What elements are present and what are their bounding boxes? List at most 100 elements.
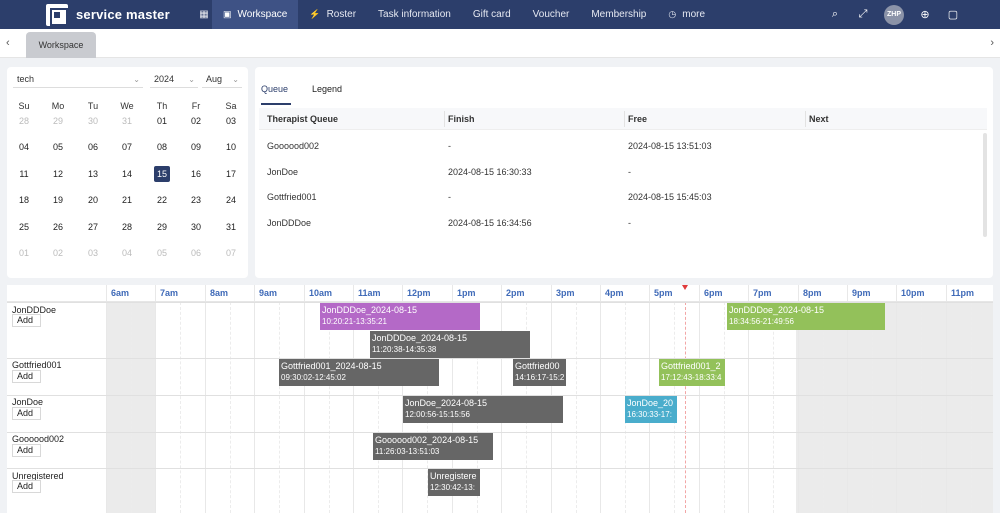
scrollbar[interactable] (983, 133, 987, 237)
booking-block[interactable]: Gottfried001_2024-08-15 09:30:02-12:45:02 (279, 359, 439, 386)
calendar-day[interactable]: 21 (110, 192, 144, 208)
table-cell: - (628, 167, 631, 177)
calendar-day[interactable]: 13 (76, 166, 110, 182)
calendar-day[interactable]: 14 (110, 166, 144, 182)
calendar-day-number: 22 (156, 195, 167, 205)
calendar-day[interactable]: 29 (41, 113, 75, 129)
booking-block[interactable]: JonDoe_20 16:30:33-17: (625, 396, 677, 423)
hour-gridline (205, 285, 206, 513)
add-booking-button[interactable]: Add (12, 370, 41, 383)
calendar-day[interactable]: 18 (7, 192, 41, 208)
tech-select-value: tech (17, 74, 35, 84)
calendar-day[interactable]: 05 (145, 245, 179, 261)
calendar-day[interactable]: 30 (76, 113, 110, 129)
booking-block[interactable]: Gottfried001_2 17:12:43-18:33:4 (659, 359, 725, 386)
calendar-day[interactable]: 07 (214, 245, 248, 261)
calendar-day[interactable]: 28 (110, 219, 144, 235)
calendar-day[interactable]: 20 (76, 192, 110, 208)
calendar-day[interactable]: 01 (7, 245, 41, 261)
calendar-day-number: 06 (190, 248, 201, 258)
calendar-day[interactable]: 04 (110, 245, 144, 261)
calendar-day[interactable]: 31 (110, 113, 144, 129)
calendar-day[interactable]: 04 (7, 139, 41, 155)
calendar-day[interactable]: 19 (41, 192, 75, 208)
year-select[interactable]: 2024 ⌄ (150, 72, 198, 88)
fullscreen-icon[interactable]: ⤢ (856, 8, 870, 21)
nav-task-information[interactable]: Task information (367, 0, 462, 29)
calendar-day-number: 25 (18, 222, 29, 232)
booking-time: 16:30:33-17: (627, 410, 672, 419)
booking-block[interactable]: Unregistere 12:30:42-13: (428, 469, 480, 496)
calendar-day[interactable]: 17 (214, 166, 248, 182)
chevron-left-icon[interactable]: ‹ (6, 37, 10, 49)
booking-title: JonDDDoe_2024-08-15 (322, 305, 418, 315)
calendar-day[interactable]: 08 (145, 139, 179, 155)
calendar-day[interactable]: 03 (76, 245, 110, 261)
tab-queue[interactable]: Queue (261, 84, 288, 94)
half-hour-gridline (921, 302, 922, 513)
add-booking-button[interactable]: Add (12, 407, 41, 420)
booking-block[interactable]: Goooood002_2024-08-15 11:26:03-13:51:03 (373, 433, 493, 460)
calendar-day[interactable]: 23 (179, 192, 213, 208)
nav-more[interactable]: ◷ more (657, 0, 716, 29)
current-time-marker-icon (682, 285, 688, 290)
calendar-day-number: 02 (190, 116, 201, 126)
calendar-day[interactable]: 06 (179, 245, 213, 261)
calendar-day[interactable]: 30 (179, 219, 213, 235)
calendar-day[interactable]: 31 (214, 219, 248, 235)
calendar-day[interactable]: 29 (145, 219, 179, 235)
booking-block[interactable]: JonDDDoe_2024-08-15 11:20:38-14:35:38 (370, 331, 530, 358)
calendar-day[interactable]: 11 (7, 166, 41, 182)
nav-membership[interactable]: Membership (580, 0, 657, 29)
search-icon[interactable]: ⌕ (828, 8, 842, 21)
tab-workspace[interactable]: Workspace (26, 32, 96, 58)
calendar-day[interactable]: 02 (41, 245, 75, 261)
calendar-day[interactable]: 03 (214, 113, 248, 129)
globe-icon[interactable]: ⊕ (918, 8, 932, 21)
booking-block[interactable]: JonDDDoe_2024-08-15 18:34:56-21:49:56 (727, 303, 885, 330)
calendar-day[interactable]: 26 (41, 219, 75, 235)
nav-voucher[interactable]: Voucher (522, 0, 581, 29)
booking-block[interactable]: JonDoe_2024-08-15 12:00:56-15:15:56 (403, 396, 563, 423)
col-finish: Finish (448, 114, 475, 124)
tech-select[interactable]: tech ⌄ (13, 72, 143, 88)
nav-workspace[interactable]: ▣ Workspace (212, 0, 299, 29)
hour-gridline (106, 285, 107, 513)
month-select[interactable]: Aug ⌄ (202, 72, 242, 88)
apps-grid-icon[interactable]: ▦ (196, 9, 212, 20)
booking-time: 14:16:17-15:2 (515, 373, 565, 382)
calendar-day[interactable]: 27 (76, 219, 110, 235)
calendar-day[interactable]: 02 (179, 113, 213, 129)
calendar-day[interactable]: 06 (76, 139, 110, 155)
add-booking-button[interactable]: Add (12, 444, 41, 457)
calendar-day[interactable]: 09 (179, 139, 213, 155)
calendar-day[interactable]: 24 (214, 192, 248, 208)
tab-underline (261, 103, 291, 105)
calendar-day[interactable]: 28 (7, 113, 41, 129)
nav-gift-card[interactable]: Gift card (462, 0, 522, 29)
booking-block[interactable]: Gottfried00 14:16:17-15:2 (513, 359, 566, 386)
calendar-day[interactable]: 01 (145, 113, 179, 129)
layout-icon[interactable]: ▢ (946, 8, 960, 21)
add-booking-button[interactable]: Add (12, 480, 41, 493)
brand[interactable]: service master (46, 3, 196, 26)
chevron-right-icon[interactable]: › (990, 37, 994, 49)
tab-legend[interactable]: Legend (312, 84, 342, 94)
calendar-day[interactable]: 07 (110, 139, 144, 155)
calendar-day[interactable]: 25 (7, 219, 41, 235)
calendar-day[interactable]: 10 (214, 139, 248, 155)
booking-block[interactable]: JonDDDoe_2024-08-15 10:20:21-13:35:21 (320, 303, 480, 330)
calendar-day[interactable]: 05 (41, 139, 75, 155)
column-divider (805, 111, 806, 127)
calendar-day-number: 11 (19, 169, 29, 179)
table-cell: JonDoe (267, 167, 299, 177)
calendar-day[interactable]: 12 (41, 166, 75, 182)
calendar-day[interactable]: 16 (179, 166, 213, 182)
avatar[interactable]: ZHP (884, 4, 904, 25)
calendar-day[interactable]: 15 (145, 166, 179, 182)
nav-roster[interactable]: ⚡ Roster (298, 0, 367, 29)
hour-label: 7am (160, 288, 179, 298)
calendar-day-number: 06 (87, 142, 98, 152)
calendar-day[interactable]: 22 (145, 192, 179, 208)
add-booking-button[interactable]: Add (12, 314, 41, 327)
